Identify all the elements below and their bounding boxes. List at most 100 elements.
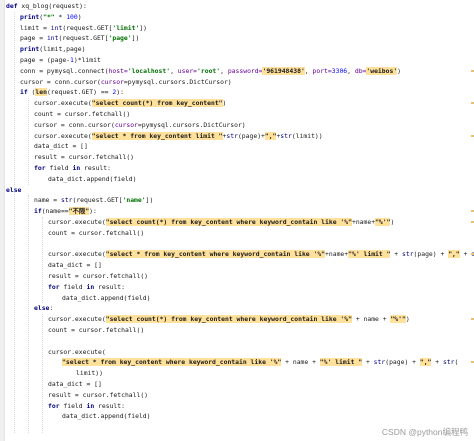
code-token: len [35, 88, 47, 97]
code-token: (page) + [385, 358, 420, 367]
code-token: 'limit' [112, 23, 140, 32]
editor-gutter [0, 0, 5, 441]
code-token: "select count(*) from key_content where … [105, 315, 352, 324]
code-token: ) [390, 218, 395, 226]
code-line[interactable]: data_dict.append(field) [62, 411, 151, 421]
code-line[interactable]: count = cursor.fetchall() [48, 228, 144, 238]
code-line[interactable]: conn = pymysql.connect(host='localhost',… [20, 66, 401, 76]
code-token: "," [264, 131, 277, 140]
code-line[interactable]: def xq_blog(request): [6, 1, 87, 11]
code-token: cursor.execute( [34, 99, 92, 108]
code-token: conn = pymysql.connect( [20, 66, 109, 75]
code-line[interactable]: result = cursor.fetchall() [48, 390, 148, 400]
code-token: )*limit [73, 56, 101, 64]
code-token: "select * from key_content limit " [91, 131, 223, 140]
code-token: "," [448, 250, 460, 259]
code-token: in [86, 401, 99, 410]
code-token: cursor.execute( [48, 347, 106, 356]
code-token: ) [405, 315, 410, 324]
code-token: ) [397, 66, 402, 75]
code-line[interactable]: cursor = conn.cursor(cursor=pymysql.curs… [20, 77, 232, 87]
code-line[interactable]: count = cursor.fetchall() [34, 109, 130, 119]
code-token: cursor.execute( [48, 315, 106, 324]
code-token: "select * from key_content where keyword… [62, 358, 282, 367]
code-line[interactable]: cursor.execute("select count(*) from key… [48, 314, 410, 324]
code-token: cursor.execute( [48, 250, 106, 259]
code-token: else [34, 304, 50, 313]
code-line[interactable]: for field in result: [34, 163, 111, 173]
code-token: name = [34, 196, 61, 205]
code-token: page = [20, 34, 47, 43]
code-line[interactable]: data_dict.append(field) [48, 174, 137, 184]
code-token: cursor = conn.cursor( [20, 77, 101, 86]
code-token: + [459, 250, 472, 259]
code-token: 'root' [197, 66, 221, 75]
code-token: if [20, 88, 32, 97]
code-token: data_dict = [] [48, 261, 102, 270]
code-line[interactable]: else [6, 185, 21, 195]
code-line[interactable]: print(limit,page) [20, 44, 85, 54]
code-token: (request.GET) == [46, 88, 113, 97]
code-line[interactable]: result = cursor.fetchall() [34, 152, 134, 162]
code-token: 'localhost' [127, 66, 171, 75]
code-line[interactable]: data_dict = [] [48, 260, 102, 270]
code-token: password= [227, 66, 263, 75]
code-token: (request.GET[ [62, 23, 113, 32]
code-token: + [362, 358, 374, 367]
code-line[interactable]: page = int(request.GET['page']) [20, 33, 139, 43]
code-line[interactable]: for field in result: [48, 401, 125, 411]
code-token: cursor = conn.cursor( [34, 120, 115, 129]
code-token: "不限" [68, 207, 90, 216]
code-line[interactable]: result = cursor.fetchall() [48, 271, 148, 281]
code-token: + [431, 358, 443, 367]
code-token: cursor.execute( [34, 131, 92, 140]
code-token: data_dict.append(field) [48, 174, 137, 183]
code-line[interactable]: if (len(request.GET) == 2): [20, 87, 124, 97]
indent-guide [28, 195, 29, 433]
code-line[interactable]: limit = int(request.GET['limit']) [20, 23, 147, 33]
code-line[interactable]: data_dict.append(field) [62, 293, 151, 303]
code-line[interactable]: cursor.execute("select * from key_conten… [34, 131, 323, 141]
code-line[interactable]: "select * from key_content where keyword… [62, 357, 458, 367]
code-line[interactable]: if(name=="不限"): [34, 206, 97, 216]
code-token: cursor.execute( [48, 218, 106, 226]
code-token: data_dict.append(field) [62, 412, 151, 421]
code-token: result = cursor.fetchall() [34, 153, 135, 162]
code-line[interactable]: cursor.execute("select count(*) from key… [34, 98, 226, 108]
code-token: "%' limit " [348, 250, 391, 259]
code-line[interactable]: for field in result: [48, 282, 125, 292]
code-line[interactable]: cursor = conn.cursor(cursor=pymysql.curs… [34, 120, 246, 130]
code-token: ( [454, 358, 459, 367]
code-line[interactable]: cursor.execute("select * from key_conten… [48, 249, 474, 259]
code-line[interactable]: else: [34, 303, 53, 313]
code-token: field [63, 282, 87, 291]
code-line[interactable]: name = str(request.GET['name']) [34, 195, 153, 205]
code-token: in [72, 164, 85, 172]
code-token: field [63, 401, 87, 410]
code-token: (request.GET[ [58, 34, 109, 43]
code-token: int [50, 23, 63, 32]
code-token: : [49, 304, 54, 313]
code-token: , [304, 66, 313, 75]
code-token: str [442, 358, 455, 367]
code-editor[interactable]: def xq_blog(request): print("*" * 100) lim… [0, 0, 474, 441]
indent-guide [14, 11, 15, 433]
code-token: 100 [66, 12, 78, 21]
indent-guide [42, 217, 43, 304]
code-token: =pymysql.cursors.DictCursor) [137, 120, 246, 129]
code-token: (limit,page) [39, 45, 86, 54]
code-line[interactable]: page = (page-1)*limit [20, 55, 101, 65]
code-token: ]) [139, 23, 147, 32]
code-line[interactable]: data_dict = [] [48, 379, 102, 389]
code-line[interactable]: cursor.execute("select count(*) from key… [48, 217, 394, 227]
code-token: for [34, 164, 50, 172]
code-line[interactable]: print("*" * 100) [20, 12, 82, 22]
code-token: 3306 [331, 66, 348, 75]
code-token: result = cursor.fetchall() [48, 272, 149, 280]
code-line[interactable]: count = cursor.fetchall() [48, 325, 144, 335]
code-line[interactable]: data_dict = [] [34, 141, 88, 151]
code-token: data_dict = [] [48, 380, 102, 388]
code-line[interactable]: limit)) [76, 368, 103, 378]
code-token: limit = [20, 23, 51, 32]
code-line[interactable]: cursor.execute( [48, 347, 106, 357]
